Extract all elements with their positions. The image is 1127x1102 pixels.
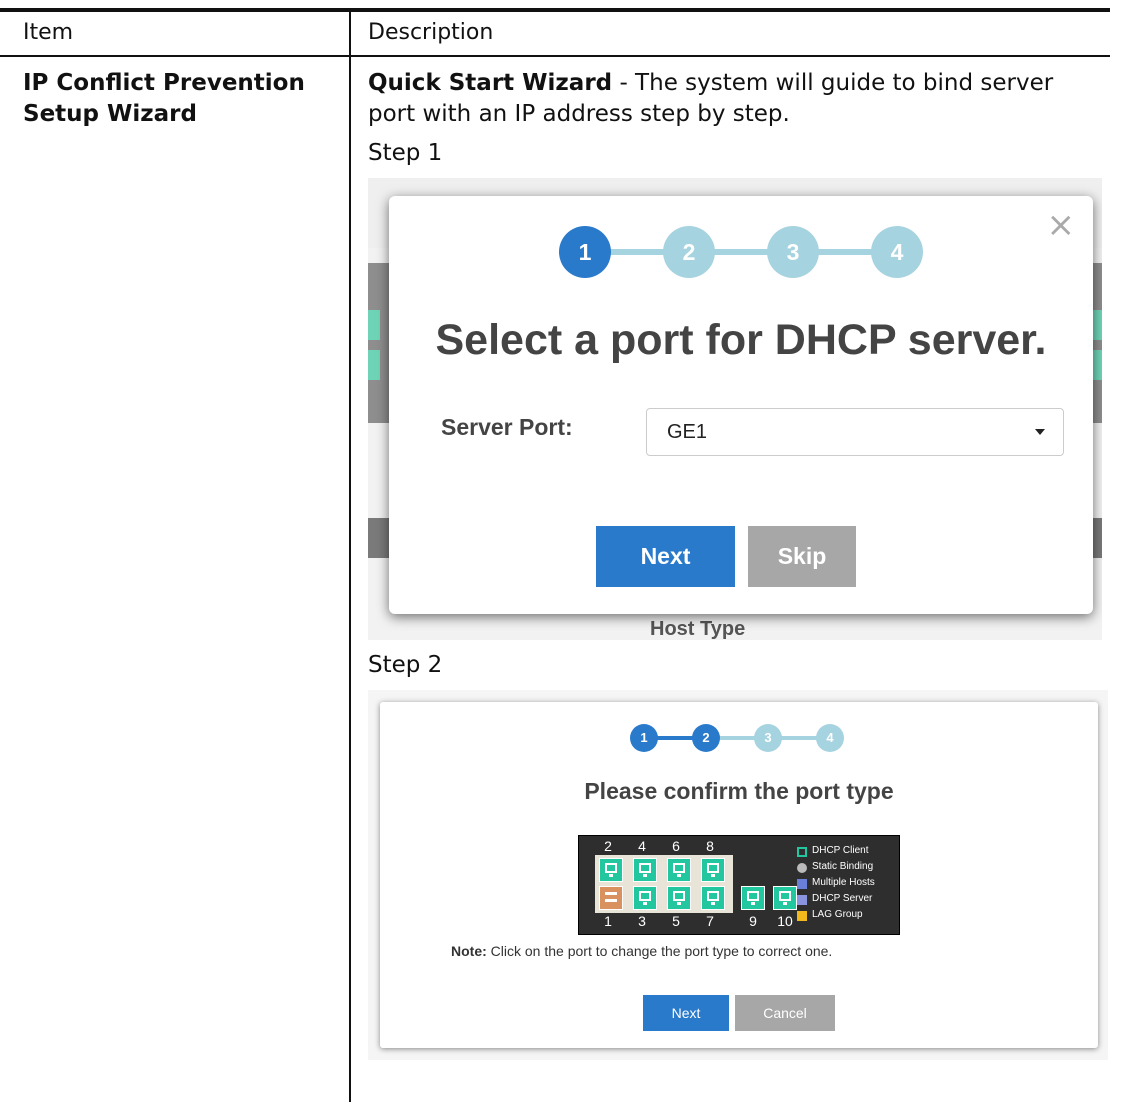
legend-item: LAG Group xyxy=(797,908,897,924)
item-name: IP Conflict Prevention Setup Wizard xyxy=(23,70,305,127)
table-top-rule xyxy=(0,8,1110,12)
dialog-title: Select a port for DHCP server. xyxy=(435,316,1047,364)
port-1[interactable] xyxy=(599,886,623,910)
close-icon[interactable]: × xyxy=(1047,208,1076,242)
step-1-indicator: 1 xyxy=(559,226,611,278)
port-10[interactable] xyxy=(773,886,797,910)
port-6[interactable] xyxy=(667,858,691,882)
port-type-note: Note: Click on the port to change the po… xyxy=(451,943,832,959)
wizard-stepper: 1 2 3 4 xyxy=(559,226,929,278)
port-4[interactable] xyxy=(633,858,657,882)
port-number: 2 xyxy=(604,838,612,854)
port-8[interactable] xyxy=(701,858,725,882)
chevron-down-icon xyxy=(1035,429,1045,435)
step2-screenshot: 1 2 3 4 Please confirm the port type 2 4… xyxy=(368,690,1108,1060)
server-icon xyxy=(797,895,807,905)
background-host-type: Host Type xyxy=(650,618,746,640)
step2-label: Step 2 xyxy=(368,652,443,678)
port-number: 6 xyxy=(672,838,680,854)
table-header-rule xyxy=(0,55,1110,57)
header-item: Item xyxy=(23,20,74,45)
step-3-indicator: 3 xyxy=(754,724,782,752)
port-5[interactable] xyxy=(667,886,691,910)
port-3[interactable] xyxy=(633,886,657,910)
stepper-line xyxy=(599,249,899,255)
step-2-indicator: 2 xyxy=(692,724,720,752)
background-port xyxy=(368,310,380,340)
port-number: 4 xyxy=(638,838,646,854)
server-port-label: Server Port: xyxy=(441,414,573,440)
step1-screenshot: Host Type × 1 2 3 4 Select a port for DH… xyxy=(368,178,1102,640)
server-port-value: GE1 xyxy=(667,421,708,443)
port-2[interactable] xyxy=(599,858,623,882)
legend-item: DHCP Client xyxy=(797,844,897,860)
server-port-dialog: × 1 2 3 4 Select a port for DHCP server.… xyxy=(389,196,1093,614)
port-number: 7 xyxy=(706,913,714,929)
note-text: Click on the port to change the port typ… xyxy=(486,943,833,959)
port-number: 5 xyxy=(672,913,680,929)
port-type-dialog: 1 2 3 4 Please confirm the port type 2 4… xyxy=(380,702,1098,1048)
skip-button[interactable]: Skip xyxy=(748,526,856,587)
background-port xyxy=(368,350,380,380)
wizard-stepper: 1 2 3 4 xyxy=(630,724,860,752)
multiple-hosts-icon xyxy=(797,879,807,889)
description-bold: Quick Start Wizard xyxy=(368,70,613,96)
step-1-indicator: 1 xyxy=(630,724,658,752)
description-table: Item Description IP Conflict Prevention … xyxy=(0,0,1127,1102)
legend-item: Multiple Hosts xyxy=(797,876,897,892)
port-number: 9 xyxy=(749,913,757,929)
lag-group-icon xyxy=(797,911,807,921)
header-description: Description xyxy=(368,20,494,45)
step1-label: Step 1 xyxy=(368,140,443,166)
description-text: Quick Start Wizard - The system will gui… xyxy=(368,68,1098,130)
legend-item: DHCP Server xyxy=(797,892,897,908)
port-type-legend: DHCP Client Static Binding Multiple Host… xyxy=(797,844,897,924)
binding-icon xyxy=(797,863,807,873)
cancel-button[interactable]: Cancel xyxy=(735,995,835,1031)
step-4-indicator: 4 xyxy=(816,724,844,752)
port-number: 1 xyxy=(604,913,612,929)
monitor-icon xyxy=(797,847,807,857)
legend-item: Static Binding xyxy=(797,860,897,876)
switch-port-panel: 2 4 6 8 1 3 5 7 9 10 DHCP Client Static … xyxy=(578,835,900,935)
port-number: 10 xyxy=(777,913,793,929)
server-port-select[interactable]: GE1 xyxy=(646,408,1064,456)
dialog-title: Please confirm the port type xyxy=(584,778,894,804)
note-label: Note: xyxy=(451,943,487,959)
port-grid xyxy=(595,855,733,913)
step-2-indicator: 2 xyxy=(663,226,715,278)
column-divider xyxy=(349,12,351,1102)
next-button[interactable]: Next xyxy=(643,995,729,1031)
step-4-indicator: 4 xyxy=(871,226,923,278)
port-number: 8 xyxy=(706,838,714,854)
step-3-indicator: 3 xyxy=(767,226,819,278)
next-button[interactable]: Next xyxy=(596,526,735,587)
port-7[interactable] xyxy=(701,886,725,910)
port-9[interactable] xyxy=(741,886,765,910)
port-number: 3 xyxy=(638,913,646,929)
